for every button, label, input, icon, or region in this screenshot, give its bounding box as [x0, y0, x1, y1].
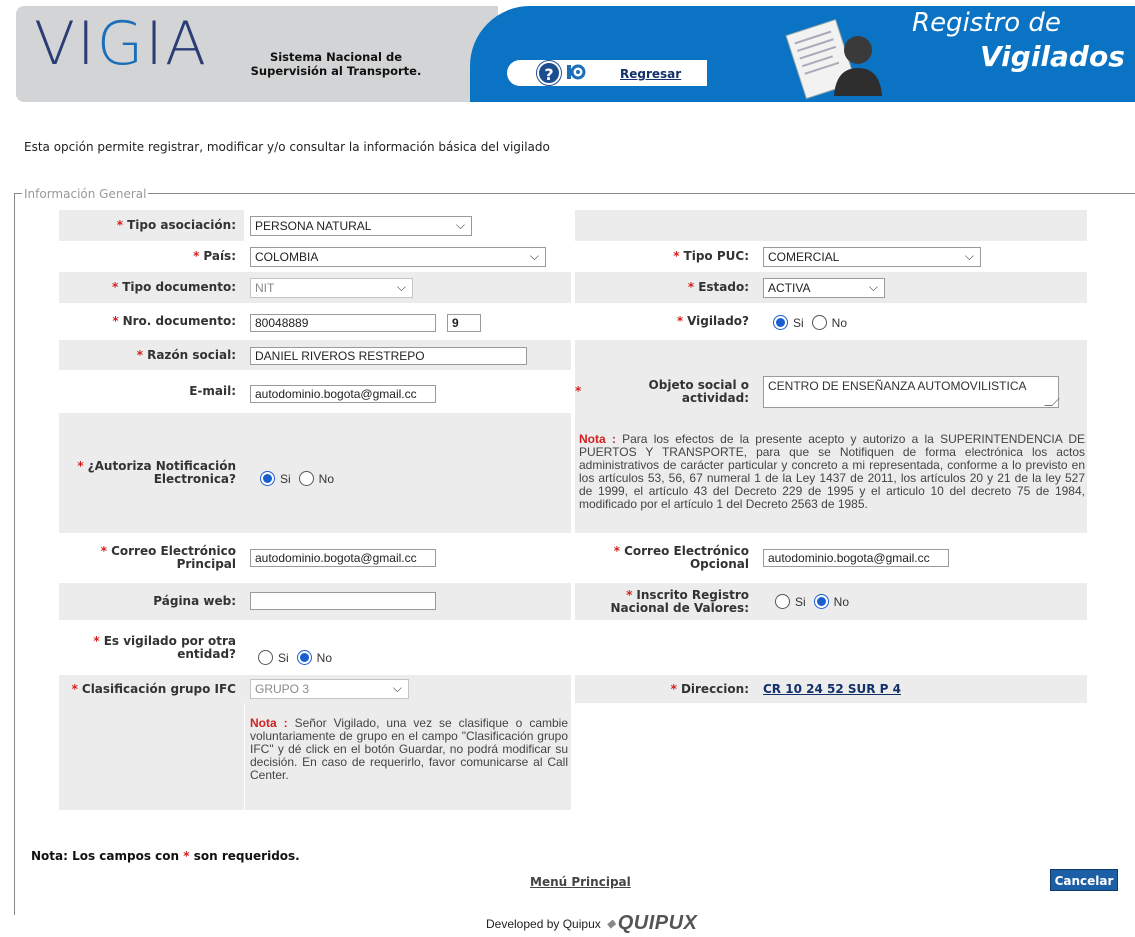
- row-tipo-asociacion: * Tipo asociación: PERSONA NATURAL ⌵: [59, 210, 1087, 241]
- inscrito-rnv-no-radio[interactable]: [813, 594, 829, 609]
- intro-text: Esta opción permite registrar, modificar…: [24, 140, 550, 154]
- vigilado-si-radio[interactable]: [773, 315, 788, 330]
- chevron-down-icon: ⌵: [455, 218, 465, 232]
- row-email: E-mail: autodominio.bogota@gmail.cc * Obj…: [59, 370, 1087, 413]
- direccion-label: * Direccion:: [670, 681, 749, 696]
- vigilado-radio-group: Si No: [773, 315, 855, 330]
- vigilado-no-radio[interactable]: [811, 315, 827, 330]
- nota-autorizacion: Nota : Para los efectos de la presente a…: [579, 432, 1085, 511]
- tipo-asociacion-label: * Tipo asociación:: [116, 218, 236, 232]
- row-clasificacion: * Clasificación grupo IFC GRUPO 3 ⌵ * Direc…: [59, 675, 1087, 703]
- email-label: E-mail:: [189, 384, 236, 398]
- email-input[interactable]: autodominio.bogota@gmail.cc: [250, 385, 436, 403]
- tipo-documento-label: * Tipo documento:: [111, 280, 236, 294]
- tipo-documento-select[interactable]: NIT ⌵: [250, 278, 413, 298]
- developed-by: Developed by Quipux ◆ QUIPUX: [486, 912, 698, 934]
- row-pagina-web: Página web: * Inscrito Registro Nacional …: [59, 583, 1087, 620]
- vigilado-label: * Vigilado?: [676, 314, 749, 328]
- correo-principal-label: * Correo Electrónico Principal: [100, 544, 236, 571]
- row-nro-documento: * Nro. documento: 80048889 9 * Vigilado? S…: [59, 303, 1087, 340]
- correo-opcional-label: * Correo Electrónico Opcional: [613, 544, 749, 571]
- tipo-puc-select[interactable]: COMERCIAL ⌵: [763, 247, 981, 267]
- vigilado-otra-si-radio[interactable]: [258, 650, 273, 665]
- help-icon[interactable]: ?: [537, 61, 561, 85]
- clasificacion-ifc-select[interactable]: GRUPO 3 ⌵: [250, 679, 409, 699]
- razon-social-input[interactable]: DANIEL RIVEROS RESTREPO: [250, 347, 527, 365]
- correo-principal-input[interactable]: autodominio.bogota@gmail.cc: [250, 549, 436, 567]
- pagina-web-input[interactable]: [250, 592, 436, 610]
- document-person-icon: [785, 19, 882, 100]
- autoriza-no-radio[interactable]: [298, 471, 314, 486]
- quipux-logo: ◆ QUIPUX: [606, 912, 698, 934]
- vigilado-otra-no-radio[interactable]: [296, 650, 312, 665]
- row-nota-ifc: Nota : Señor Vigilado, una vez se clasif…: [59, 703, 1087, 810]
- tipo-asociacion-select[interactable]: PERSONA NATURAL ⌵: [250, 216, 472, 236]
- vigia-mini-icon[interactable]: [566, 62, 586, 84]
- row-pais: * País: COLOMBIA ⌵ * Tipo PUC: COMERCIAL ⌵: [59, 241, 1087, 272]
- estado-label: * Estado:: [687, 280, 749, 294]
- pais-label: * País:: [193, 249, 236, 263]
- objeto-social-label: * Objeto social o actividad:: [575, 370, 757, 413]
- vigilado-otra-label: * Es vigilado por otra entidad?: [93, 633, 236, 661]
- pagina-web-label: Página web:: [153, 594, 236, 608]
- menu-principal-link[interactable]: Menú Principal: [530, 875, 631, 889]
- estado-select[interactable]: ACTIVA ⌵: [763, 278, 885, 298]
- tipo-puc-label: * Tipo PUC:: [673, 249, 749, 263]
- chevron-down-icon: ⌵: [396, 280, 406, 294]
- objeto-social-textarea[interactable]: CENTRO DE ENSEÑANZA AUTOMOVILISTICA: [763, 376, 1060, 408]
- inscrito-rnv-si-radio[interactable]: [775, 594, 790, 609]
- razon-social-label: * Razón social:: [136, 347, 236, 362]
- resize-grip-icon[interactable]: [1044, 398, 1060, 406]
- row-tipo-documento: * Tipo documento: NIT ⌵ * Estado: ACTIVA ⌵: [59, 272, 1087, 303]
- autoriza-si-radio[interactable]: [260, 471, 275, 486]
- chevron-down-icon: ⌵: [964, 249, 974, 263]
- pais-select[interactable]: COLOMBIA ⌵: [250, 247, 546, 267]
- required-fields-note: Nota: Los campos con * son requeridos.: [31, 849, 300, 863]
- row-vigilado-otra: * Es vigilado por otra entidad? Si No: [59, 620, 1087, 675]
- vigilado-otra-radio-group: Si No: [258, 650, 340, 665]
- inscrito-rnv-radio-group: Si No: [775, 594, 857, 609]
- chevron-down-icon: ⌵: [392, 681, 402, 695]
- chevron-down-icon: ⌵: [868, 280, 878, 294]
- regresar-link[interactable]: Regresar: [620, 67, 681, 81]
- page-header: VIGIA Sistema Nacional de Supervisión al…: [0, 0, 1135, 108]
- header-title-line1: Registro de: [912, 8, 1061, 38]
- nota-ifc: Nota : Señor Vigilado, una vez se clasif…: [250, 716, 569, 782]
- direccion-link[interactable]: CR 10 24 52 SUR P 4: [763, 682, 901, 696]
- inscrito-rnv-label: * Inscrito Registro Nacional de Valores:: [610, 587, 749, 615]
- row-correos: * Correo Electrónico Principal autodomini…: [59, 533, 1087, 583]
- row-autoriza: * ¿Autoriza Notificación Electronica? Si …: [59, 413, 1087, 533]
- digito-verificacion-input[interactable]: 9: [447, 314, 481, 332]
- fieldset-legend: Información General: [22, 187, 149, 201]
- nro-documento-input[interactable]: 80048889: [250, 314, 436, 332]
- correo-opcional-input[interactable]: autodominio.bogota@gmail.cc: [763, 549, 949, 567]
- autoriza-radio-group: Si No: [260, 471, 342, 486]
- nro-documento-label: * Nro. documento:: [112, 314, 236, 328]
- clasificacion-ifc-label: * Clasificación grupo IFC: [71, 681, 236, 696]
- header-title-line2: Vigilados: [980, 40, 1125, 73]
- chevron-down-icon: ⌵: [529, 249, 539, 263]
- vigia-logo: VIGIA: [34, 9, 208, 79]
- autoriza-label: * ¿Autoriza Notificación Electronica?: [77, 459, 236, 486]
- cancel-button[interactable]: Cancelar: [1050, 869, 1118, 891]
- row-razon-social: * Razón social: DANIEL RIVEROS RESTREPO: [59, 340, 1087, 370]
- logo-subtitle: Sistema Nacional de Supervisión al Trans…: [250, 50, 422, 78]
